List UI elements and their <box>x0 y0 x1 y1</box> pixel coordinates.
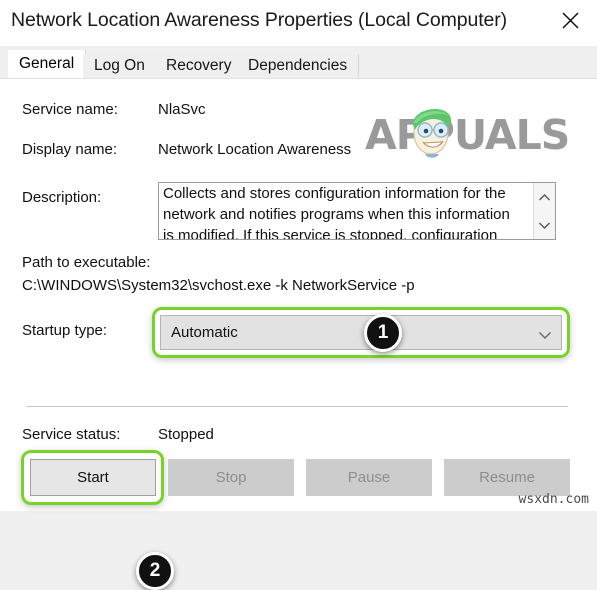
close-icon[interactable] <box>543 0 597 40</box>
description-text: Collects and stores configuration inform… <box>163 185 510 240</box>
service-status-label: Service status: <box>22 426 121 443</box>
chevron-down-icon <box>538 327 552 345</box>
tab-general[interactable]: General <box>8 50 87 78</box>
service-properties-window: Network Location Awareness Properties (L… <box>0 0 597 590</box>
tab-dependencies[interactable]: Dependencies <box>237 54 360 78</box>
window-title: Network Location Awareness Properties (L… <box>11 9 508 31</box>
tab-recovery[interactable]: Recovery <box>155 54 244 78</box>
stop-button: Stop <box>168 459 294 496</box>
resume-button: Resume <box>444 459 570 496</box>
service-name-label: Service name: <box>22 101 118 118</box>
step-badge-1: 1 <box>364 314 402 352</box>
description-scrollbar[interactable] <box>533 183 555 239</box>
startup-type-dropdown[interactable]: Automatic <box>160 315 562 350</box>
appuals-mascot-icon <box>412 108 452 158</box>
tab-log-on[interactable]: Log On <box>83 54 157 78</box>
startup-type-label-text: Startup type: <box>22 322 108 339</box>
start-button[interactable]: Start <box>30 459 156 496</box>
title-bar: Network Location Awareness Properties (L… <box>0 0 597 46</box>
site-watermark: wsxdn.com <box>518 492 589 507</box>
pause-button: Pause <box>306 459 432 496</box>
appuals-logo-text: APPUALS <box>365 111 570 159</box>
service-status-value: Stopped <box>158 426 214 443</box>
display-name-value: Network Location Awareness <box>158 141 352 158</box>
scroll-down-icon[interactable] <box>534 212 555 238</box>
display-name-label: Display name: <box>22 141 118 158</box>
tab-strip: General Log On Recovery Dependencies <box>0 46 597 78</box>
service-name-value: NlaSvc <box>158 101 206 118</box>
general-tab-panel: APPUALS Service name: NlaSvc Display nam… <box>0 78 597 590</box>
description-label: Description: <box>22 189 102 206</box>
path-to-executable-value: C:\WINDOWS\System32\svchost.exe -k Netwo… <box>22 277 415 294</box>
appuals-watermark-logo: APPUALS <box>365 99 587 165</box>
section-divider <box>26 406 568 407</box>
scroll-up-icon[interactable] <box>534 184 555 210</box>
startup-type-label: Startup type: <box>22 322 107 339</box>
step-badge-2: 2 <box>136 552 174 590</box>
startup-type-selected-value: Automatic <box>171 324 238 341</box>
description-textbox[interactable]: Collects and stores configuration inform… <box>158 182 556 240</box>
path-to-executable-label: Path to executable: <box>22 254 151 271</box>
